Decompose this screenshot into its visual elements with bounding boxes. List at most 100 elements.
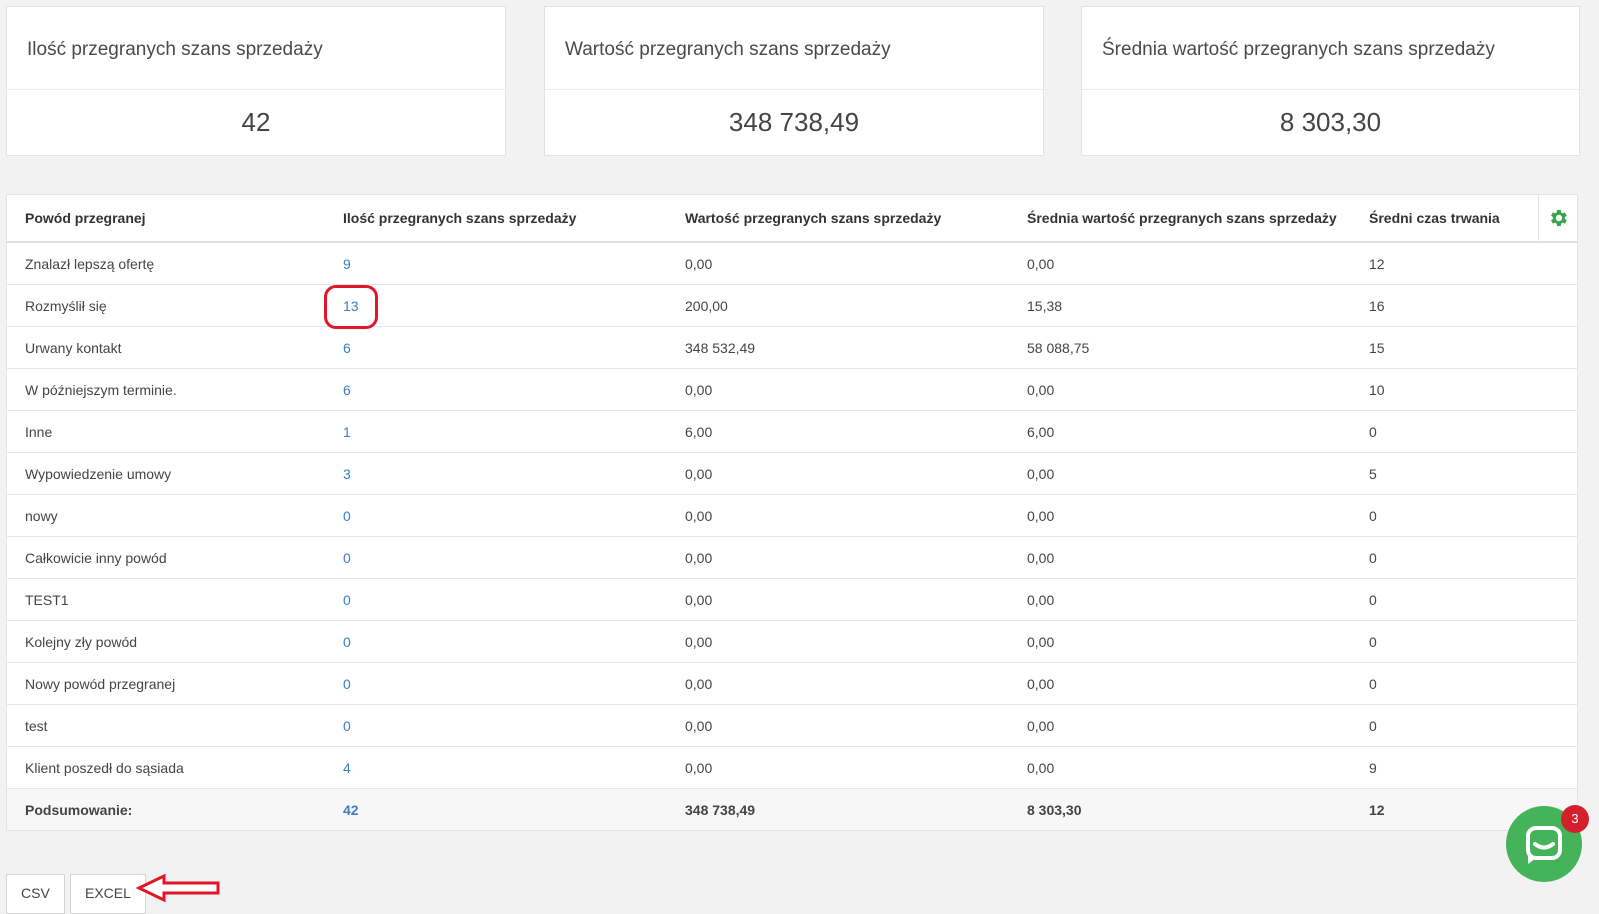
value-cell: 0,00 bbox=[667, 578, 1009, 621]
reason-cell: Kolejny zły powód bbox=[7, 620, 325, 663]
table-row: Znalazł lepszą ofertę 9 0,00 0,00 12 bbox=[7, 242, 1577, 285]
reason-cell: Inne bbox=[7, 410, 325, 453]
average-cell: 0,00 bbox=[1009, 704, 1351, 747]
table-row: Urwany kontakt 6 348 532,49 58 088,75 15 bbox=[7, 326, 1577, 369]
average-cell: 0,00 bbox=[1009, 242, 1351, 285]
count-link[interactable]: 0 bbox=[325, 536, 667, 579]
arrow-annotation-icon bbox=[136, 873, 220, 903]
duration-cell: 15 bbox=[1351, 326, 1577, 369]
average-cell: 0,00 bbox=[1009, 452, 1351, 495]
count-link[interactable]: 3 bbox=[325, 452, 667, 495]
duration-cell: 0 bbox=[1351, 662, 1577, 705]
average-cell: 0,00 bbox=[1009, 578, 1351, 621]
count-link[interactable]: 0 bbox=[325, 620, 667, 663]
count-link[interactable]: 0 bbox=[325, 662, 667, 705]
table-row: Inne 1 6,00 6,00 0 bbox=[7, 410, 1577, 453]
value-cell: 0,00 bbox=[667, 452, 1009, 495]
highlight-annotation bbox=[324, 284, 378, 329]
table-row: Całkowicie inny powód 0 0,00 0,00 0 bbox=[7, 536, 1577, 579]
stat-card-value: 42 bbox=[241, 107, 271, 137]
chat-unread-badge: 3 bbox=[1561, 805, 1589, 833]
summary-value: 348 738,49 bbox=[667, 788, 1009, 830]
table-row: test 0 0,00 0,00 0 bbox=[7, 704, 1577, 747]
average-cell: 0,00 bbox=[1009, 494, 1351, 537]
reason-cell: Nowy powód przegranej bbox=[7, 662, 325, 705]
summary-label: Podsumowanie: bbox=[7, 788, 325, 830]
count-link[interactable]: 6 bbox=[325, 368, 667, 411]
average-cell: 0,00 bbox=[1009, 746, 1351, 789]
count-link[interactable]: 13 bbox=[324, 284, 378, 329]
reason-cell: Całkowicie inny powód bbox=[7, 536, 325, 579]
count-link[interactable]: 1 bbox=[325, 410, 667, 453]
reason-cell: Klient poszedł do sąsiada bbox=[7, 746, 325, 789]
stat-card-title: Wartość przegranych szans sprzedaży bbox=[545, 7, 1043, 90]
count-link[interactable]: 0 bbox=[325, 494, 667, 537]
average-cell: 58 088,75 bbox=[1009, 326, 1351, 369]
stat-card-count: Ilość przegranych szans sprzedaży 42 bbox=[6, 6, 506, 156]
table-settings-button[interactable] bbox=[1538, 195, 1577, 243]
stat-card-value-sum: Wartość przegranych szans sprzedaży 348 … bbox=[544, 6, 1044, 156]
gear-icon[interactable] bbox=[1547, 207, 1569, 229]
duration-cell: 10 bbox=[1351, 368, 1577, 411]
value-cell: 0,00 bbox=[667, 242, 1009, 285]
table-row: W późniejszym terminie. 6 0,00 0,00 10 bbox=[7, 368, 1577, 411]
stat-card-title: Średnia wartość przegranych szans sprzed… bbox=[1082, 7, 1579, 90]
value-cell: 0,00 bbox=[667, 620, 1009, 663]
csv-export-button[interactable]: CSV bbox=[6, 874, 65, 914]
count-link[interactable]: 4 bbox=[325, 746, 667, 789]
table-row: Kolejny zły powód 0 0,00 0,00 0 bbox=[7, 620, 1577, 663]
average-cell: 0,00 bbox=[1009, 368, 1351, 411]
duration-cell: 0 bbox=[1351, 536, 1577, 579]
table-row: Wypowiedzenie umowy 3 0,00 0,00 5 bbox=[7, 452, 1577, 495]
average-cell: 0,00 bbox=[1009, 662, 1351, 705]
reason-cell: Znalazł lepszą ofertę bbox=[7, 242, 325, 285]
duration-cell: 12 bbox=[1351, 242, 1577, 285]
reason-cell: Wypowiedzenie umowy bbox=[7, 452, 325, 495]
table-row: Rozmyślił się 13 200,00 15,38 16 bbox=[7, 284, 1577, 329]
stat-card-value: 8 303,30 bbox=[1279, 107, 1382, 137]
stat-card-value: 348 738,49 bbox=[728, 107, 860, 137]
count-link[interactable]: 0 bbox=[325, 704, 667, 747]
column-header-reason[interactable]: Powód przegranej bbox=[7, 195, 325, 243]
duration-cell: 0 bbox=[1351, 494, 1577, 537]
summary-average: 8 303,30 bbox=[1009, 788, 1351, 830]
count-cell-highlighted: 13 bbox=[324, 284, 667, 329]
duration-cell: 5 bbox=[1351, 452, 1577, 495]
table-row: nowy 0 0,00 0,00 0 bbox=[7, 494, 1577, 537]
reason-cell: Rozmyślił się bbox=[7, 284, 325, 327]
value-cell: 0,00 bbox=[667, 746, 1009, 789]
duration-cell: 0 bbox=[1351, 620, 1577, 663]
table-row: TEST1 0 0,00 0,00 0 bbox=[7, 578, 1577, 621]
value-cell: 0,00 bbox=[667, 368, 1009, 411]
reason-cell: Urwany kontakt bbox=[7, 326, 325, 369]
stat-card-average: Średnia wartość przegranych szans sprzed… bbox=[1081, 6, 1580, 156]
value-cell: 200,00 bbox=[667, 284, 1009, 327]
summary-row: Podsumowanie: 42 348 738,49 8 303,30 12 bbox=[7, 788, 1577, 830]
count-link[interactable]: 6 bbox=[325, 326, 667, 369]
average-cell: 15,38 bbox=[1009, 284, 1351, 327]
column-header-average[interactable]: Średnia wartość przegranych szans sprzed… bbox=[1009, 195, 1351, 243]
duration-cell: 16 bbox=[1351, 284, 1577, 327]
count-link[interactable]: 0 bbox=[325, 578, 667, 621]
value-cell: 0,00 bbox=[667, 536, 1009, 579]
duration-cell: 0 bbox=[1351, 704, 1577, 747]
table-row: Klient poszedł do sąsiada 4 0,00 0,00 9 bbox=[7, 746, 1577, 789]
reason-cell: W późniejszym terminie. bbox=[7, 368, 325, 411]
table-row: Nowy powód przegranej 0 0,00 0,00 0 bbox=[7, 662, 1577, 705]
count-link[interactable]: 9 bbox=[325, 242, 667, 285]
average-cell: 6,00 bbox=[1009, 410, 1351, 453]
average-cell: 0,00 bbox=[1009, 536, 1351, 579]
reason-cell: nowy bbox=[7, 494, 325, 537]
reason-cell: TEST1 bbox=[7, 578, 325, 621]
column-header-count[interactable]: Ilość przegranych szans sprzedaży bbox=[325, 195, 667, 243]
column-header-value[interactable]: Wartość przegranych szans sprzedaży bbox=[667, 195, 1009, 243]
column-header-duration[interactable]: Średni czas trwania bbox=[1351, 195, 1539, 243]
duration-cell: 9 bbox=[1351, 746, 1577, 789]
value-cell: 0,00 bbox=[667, 704, 1009, 747]
value-cell: 6,00 bbox=[667, 410, 1009, 453]
summary-count-link[interactable]: 42 bbox=[325, 788, 667, 830]
value-cell: 348 532,49 bbox=[667, 326, 1009, 369]
duration-cell: 0 bbox=[1351, 410, 1577, 453]
excel-export-button[interactable]: EXCEL bbox=[70, 874, 146, 914]
table-header-row: Powód przegranej Ilość przegranych szans… bbox=[7, 195, 1577, 243]
